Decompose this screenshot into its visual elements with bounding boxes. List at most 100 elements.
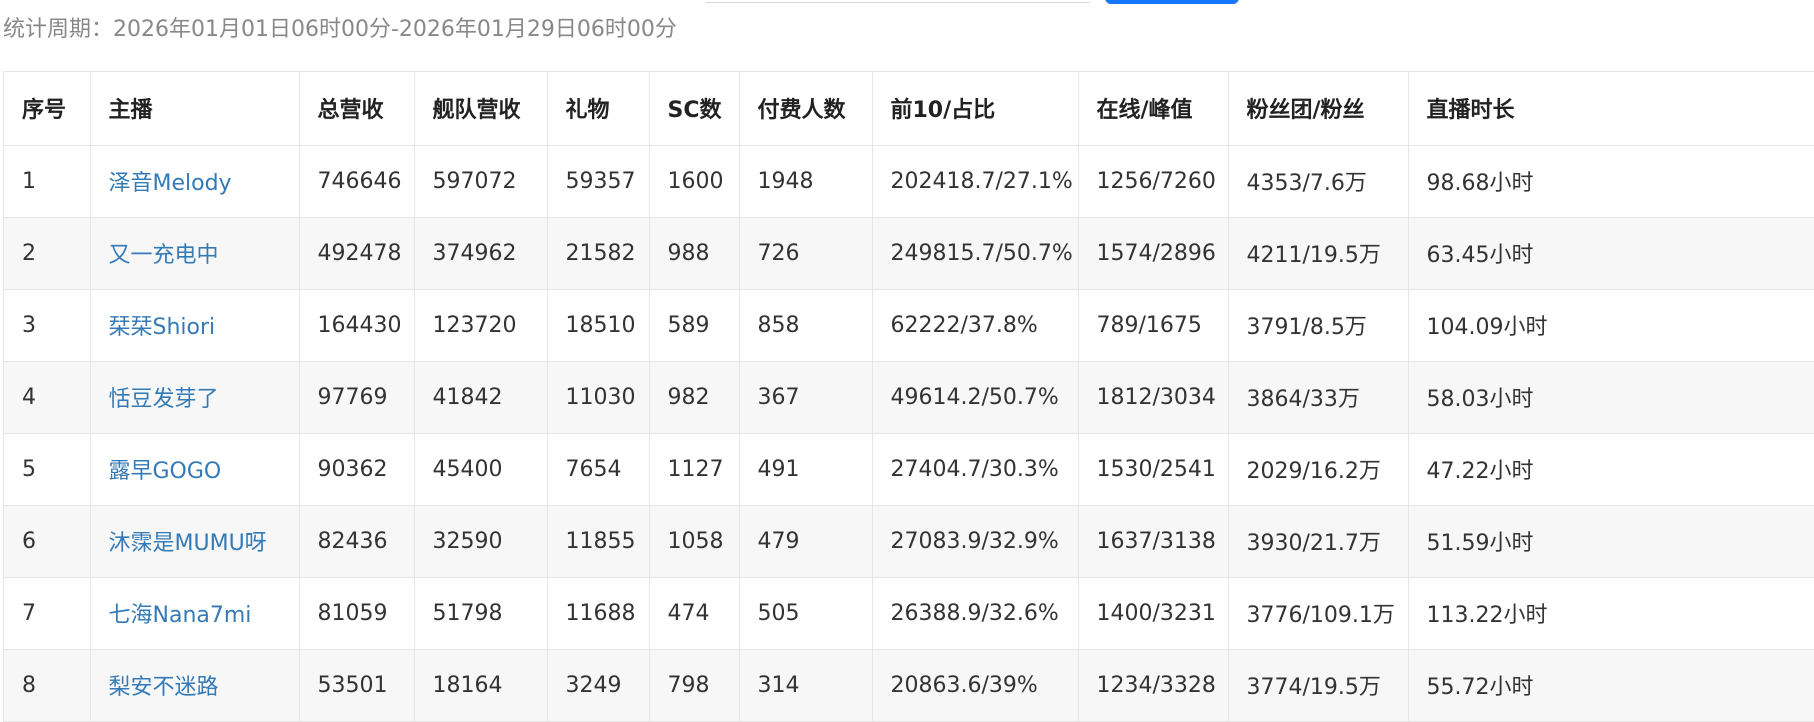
gift-cell: 11855	[547, 505, 650, 578]
total-revenue-cell: 90362	[299, 433, 415, 506]
period-label: 统计周期：	[3, 17, 114, 42]
paying-users-cell: 858	[739, 289, 873, 362]
table-row: 1 泽音Melody 746646 597072 59357 1600 1948…	[4, 145, 1814, 218]
online-peak-cell: 1256/7260	[1078, 145, 1229, 218]
search-input[interactable]	[706, 0, 1090, 3]
top10-ratio-cell: 49614.2/50.7%	[872, 361, 1079, 434]
fanclub-fans-cell: 4211/19.5万	[1228, 217, 1409, 290]
table-row: 7 七海Nana7mi 81059 51798 11688 474 505 26…	[4, 577, 1814, 650]
streamer-cell: 栞栞Shiori	[90, 289, 300, 362]
column-header-sc-count[interactable]: SC数	[649, 72, 740, 146]
guard-revenue-cell: 41842	[414, 361, 548, 434]
column-header-fanclub-fans[interactable]: 粉丝团/粉丝	[1228, 72, 1409, 146]
column-header-rank[interactable]: 序号	[4, 72, 91, 146]
query-button[interactable]	[1105, 0, 1239, 4]
rank-cell: 4	[4, 361, 91, 434]
gift-cell: 7654	[547, 433, 650, 506]
guard-revenue-cell: 45400	[414, 433, 548, 506]
guard-revenue-cell: 51798	[414, 577, 548, 650]
top10-ratio-cell: 27083.9/32.9%	[872, 505, 1079, 578]
column-header-gift[interactable]: 礼物	[547, 72, 650, 146]
rank-cell: 5	[4, 433, 91, 506]
live-duration-cell: 58.03小时	[1408, 361, 1814, 434]
top10-ratio-cell: 249815.7/50.7%	[872, 217, 1079, 290]
streamer-link[interactable]: 沐霂是MUMU呀	[109, 531, 267, 556]
top10-ratio-cell: 62222/37.8%	[872, 289, 1079, 362]
fanclub-fans-cell: 3774/19.5万	[1228, 649, 1409, 722]
column-header-total-revenue[interactable]: 总营收	[299, 72, 415, 146]
streamer-link[interactable]: 泽音Melody	[109, 171, 232, 196]
guard-revenue-cell: 18164	[414, 649, 548, 722]
total-revenue-cell: 164430	[299, 289, 415, 362]
streamer-cell: 七海Nana7mi	[90, 577, 300, 650]
paying-users-cell: 1948	[739, 145, 873, 218]
sc-count-cell: 474	[649, 577, 740, 650]
fanclub-fans-cell: 3864/33万	[1228, 361, 1409, 434]
streamer-link[interactable]: 梨安不迷路	[109, 675, 219, 700]
sc-count-cell: 988	[649, 217, 740, 290]
sc-count-cell: 1600	[649, 145, 740, 218]
table-row: 3 栞栞Shiori 164430 123720 18510 589 858 6…	[4, 289, 1814, 362]
online-peak-cell: 1574/2896	[1078, 217, 1229, 290]
live-duration-cell: 47.22小时	[1408, 433, 1814, 506]
total-revenue-cell: 53501	[299, 649, 415, 722]
paying-users-cell: 314	[739, 649, 873, 722]
gift-cell: 11688	[547, 577, 650, 650]
streamer-cell: 梨安不迷路	[90, 649, 300, 722]
sc-count-cell: 1127	[649, 433, 740, 506]
streamer-link[interactable]: 恬豆发芽了	[109, 387, 219, 412]
rank-cell: 8	[4, 649, 91, 722]
column-header-top10-ratio[interactable]: 前10/占比	[872, 72, 1079, 146]
live-duration-cell: 51.59小时	[1408, 505, 1814, 578]
paying-users-cell: 726	[739, 217, 873, 290]
table-row: 2 又一充电中 492478 374962 21582 988 726 2498…	[4, 217, 1814, 290]
rank-cell: 6	[4, 505, 91, 578]
column-header-online-peak[interactable]: 在线/峰值	[1078, 72, 1229, 146]
column-header-paying-users[interactable]: 付费人数	[739, 72, 873, 146]
gift-cell: 11030	[547, 361, 650, 434]
total-revenue-cell: 492478	[299, 217, 415, 290]
paying-users-cell: 505	[739, 577, 873, 650]
paying-users-cell: 479	[739, 505, 873, 578]
gift-cell: 21582	[547, 217, 650, 290]
sc-count-cell: 1058	[649, 505, 740, 578]
paying-users-cell: 491	[739, 433, 873, 506]
guard-revenue-cell: 374962	[414, 217, 548, 290]
ranking-table: 序号 主播 总营收 舰队营收 礼物 SC数 付费人数 前10/占比 在线/峰值 …	[4, 72, 1814, 722]
total-revenue-cell: 81059	[299, 577, 415, 650]
rank-cell: 3	[4, 289, 91, 362]
streamer-cell: 恬豆发芽了	[90, 361, 300, 434]
column-header-live-duration[interactable]: 直播时长	[1408, 72, 1814, 146]
gift-cell: 59357	[547, 145, 650, 218]
streamer-cell: 泽音Melody	[90, 145, 300, 218]
rank-cell: 7	[4, 577, 91, 650]
top10-ratio-cell: 26388.9/32.6%	[872, 577, 1079, 650]
fanclub-fans-cell: 3791/8.5万	[1228, 289, 1409, 362]
live-duration-cell: 113.22小时	[1408, 577, 1814, 650]
sc-count-cell: 798	[649, 649, 740, 722]
guard-revenue-cell: 123720	[414, 289, 548, 362]
live-duration-cell: 55.72小时	[1408, 649, 1814, 722]
column-header-guard-revenue[interactable]: 舰队营收	[414, 72, 548, 146]
streamer-link[interactable]: 又一充电中	[109, 243, 219, 268]
streamer-link[interactable]: 七海Nana7mi	[109, 603, 252, 628]
online-peak-cell: 1812/3034	[1078, 361, 1229, 434]
total-revenue-cell: 82436	[299, 505, 415, 578]
streamer-link[interactable]: 露早GOGO	[109, 459, 222, 484]
fanclub-fans-cell: 3776/109.1万	[1228, 577, 1409, 650]
streamer-link[interactable]: 栞栞Shiori	[109, 315, 216, 340]
streamer-cell: 沐霂是MUMU呀	[90, 505, 300, 578]
online-peak-cell: 1400/3231	[1078, 577, 1229, 650]
online-peak-cell: 1530/2541	[1078, 433, 1229, 506]
rank-cell: 1	[4, 145, 91, 218]
top10-ratio-cell: 20863.6/39%	[872, 649, 1079, 722]
table-row: 8 梨安不迷路 53501 18164 3249 798 314 20863.6…	[4, 649, 1814, 722]
table-row: 4 恬豆发芽了 97769 41842 11030 982 367 49614.…	[4, 361, 1814, 434]
column-header-streamer[interactable]: 主播	[90, 72, 300, 146]
period-value: 2026年01月01日06时00分-2026年01月29日06时00分	[113, 17, 677, 42]
top10-ratio-cell: 27404.7/30.3%	[872, 433, 1079, 506]
gift-cell: 18510	[547, 289, 650, 362]
table-row: 5 露早GOGO 90362 45400 7654 1127 491 27404…	[4, 433, 1814, 506]
sc-count-cell: 982	[649, 361, 740, 434]
guard-revenue-cell: 32590	[414, 505, 548, 578]
